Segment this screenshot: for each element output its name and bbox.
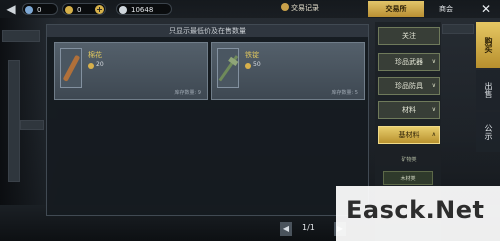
item-card[interactable]: 铁锭 50 库存数量: 5: [211, 42, 365, 100]
add-gold-button[interactable]: +: [95, 5, 104, 14]
chevron-down-icon: ∨: [431, 58, 436, 65]
subcategory-heading: 矿物类: [401, 157, 417, 163]
category-materials[interactable]: 材料 ∨: [378, 101, 440, 119]
watermark: Easck.Net: [336, 186, 500, 241]
chevron-up-icon: ∧: [431, 131, 436, 138]
coin-icon: [245, 63, 251, 69]
trade-record-label: 交易记录: [291, 4, 319, 12]
listing-panel: 只显示最低价及在售数量 棉花 20 库存数量: 9 铁锭 50 库存数量: 5: [46, 24, 369, 216]
item-price: 20: [96, 61, 104, 68]
coin-icon: [65, 6, 73, 14]
chevron-down-icon: ∨: [431, 106, 436, 113]
category-favorites[interactable]: 关注: [378, 27, 440, 45]
item-stock: 库存数量: 9: [174, 90, 201, 96]
subcategory-item[interactable]: 木材类: [383, 171, 433, 185]
category-rare-armor[interactable]: 珍品防具 ∨: [378, 77, 440, 95]
tab-sell[interactable]: 出售: [476, 70, 500, 110]
coin-icon: [88, 63, 94, 69]
category-label: 基材料: [398, 131, 420, 139]
category-label: 珍品武器: [395, 58, 423, 66]
item-price: 50: [253, 61, 261, 68]
silver-icon: [119, 6, 127, 14]
category-label: 材料: [402, 106, 416, 114]
category-rare-weapons[interactable]: 珍品武器 ∨: [378, 53, 440, 71]
category-label: 珍品防具: [395, 82, 423, 90]
item-name: 棉花: [88, 51, 102, 59]
tab-exchange[interactable]: 交易所: [368, 1, 424, 17]
panel-header: 只显示最低价及在售数量: [47, 25, 368, 37]
pipe-decoration: [8, 60, 20, 182]
tab-mall[interactable]: 商会: [426, 1, 466, 17]
chevron-down-icon: ∨: [431, 82, 436, 89]
close-icon[interactable]: ✕: [476, 1, 496, 17]
pipe-decoration: [2, 30, 40, 42]
category-base-materials[interactable]: 基材料 ∧: [378, 126, 440, 144]
record-icon: [281, 3, 289, 11]
tab-public[interactable]: 公示: [476, 112, 500, 152]
resource-gem: 0: [22, 3, 58, 15]
category-label: 关注: [402, 32, 416, 40]
watermark-text: Easck.Net: [346, 196, 485, 224]
top-bar: ◀ 0 0 + 10648 交易记录 交易所 商会 ✕: [0, 0, 500, 18]
item-card[interactable]: 棉花 20 库存数量: 9: [54, 42, 208, 100]
resource-value: 0: [77, 6, 82, 14]
back-button[interactable]: ◀: [4, 2, 18, 16]
item-name: 铁锭: [245, 51, 259, 59]
resource-silver: 10648: [116, 3, 172, 15]
item-thumbnail: [217, 48, 239, 88]
item-stock: 库存数量: 5: [331, 90, 358, 96]
resource-gold: 0 +: [62, 3, 106, 15]
page-indicator: 1/1: [302, 223, 315, 232]
trade-record-button[interactable]: 交易记录: [281, 3, 319, 13]
item-thumbnail: [60, 48, 82, 88]
pipe-decoration: [442, 24, 474, 34]
prev-page-button[interactable]: ◀: [280, 222, 292, 236]
pipe-decoration: [20, 120, 44, 130]
resource-value: 0: [37, 6, 42, 14]
tab-buy[interactable]: 购买: [476, 22, 500, 68]
gem-icon: [25, 6, 33, 14]
resource-value: 10648: [131, 6, 154, 14]
